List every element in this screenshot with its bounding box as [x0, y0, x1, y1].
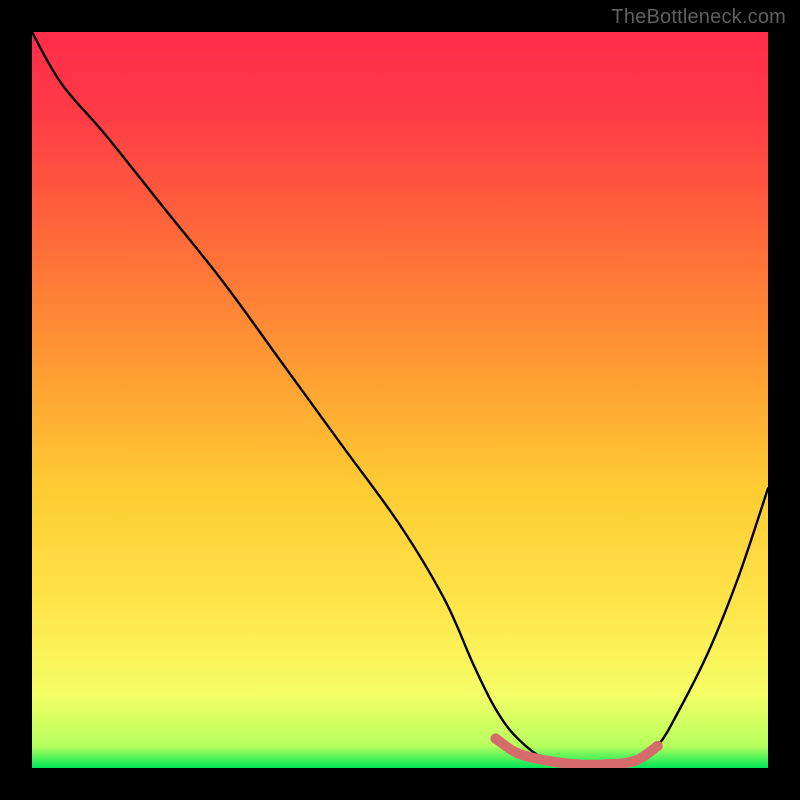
- highlight-marker-dot: [490, 733, 500, 743]
- gradient-background: [32, 32, 768, 768]
- highlight-marker-dot: [630, 755, 640, 765]
- highlight-marker-dot: [513, 748, 523, 758]
- highlight-marker-dot: [652, 741, 662, 751]
- highlight-marker-dot: [542, 755, 552, 765]
- chart-plot-area: [32, 32, 768, 768]
- chart-svg: [32, 32, 768, 768]
- attribution-text: TheBottleneck.com: [611, 6, 786, 29]
